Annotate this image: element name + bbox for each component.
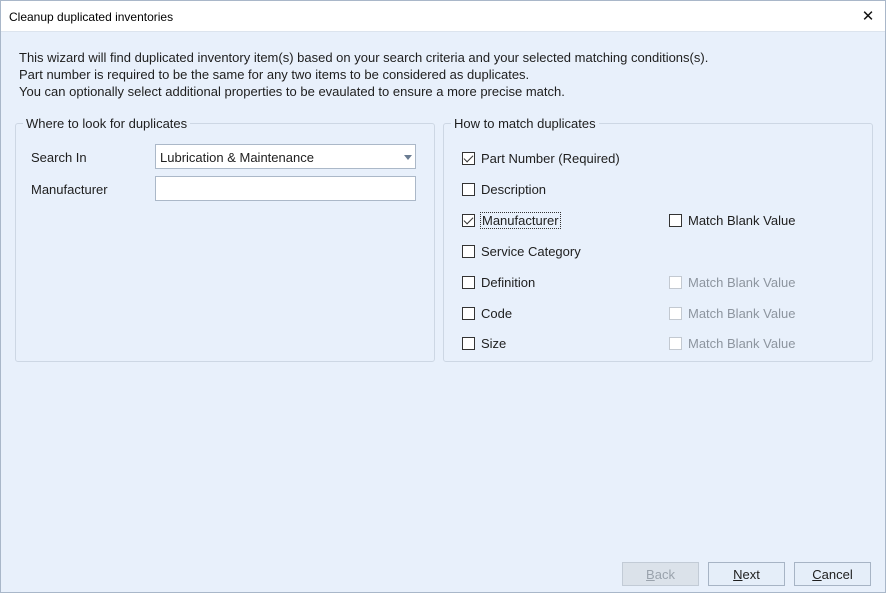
how-to-match-group: How to match duplicates Part Number (Req… (443, 116, 873, 362)
definition-label: Definition (481, 274, 536, 290)
back-label-rest: ack (654, 566, 675, 582)
next-label-rest: ext (742, 566, 760, 582)
search-in-label: Search In (31, 150, 87, 165)
size-blank-checkbox-row: Match Blank Value (669, 334, 795, 352)
cancel-mnemonic: C (812, 566, 822, 582)
description-label: Description (481, 181, 547, 197)
service-category-checkbox[interactable] (462, 244, 475, 258)
description-checkbox[interactable] (462, 182, 475, 196)
code-blank-checkbox-row: Match Blank Value (669, 304, 795, 322)
service-category-checkbox-row[interactable]: Service Category (462, 242, 581, 260)
search-in-value: Lubrication & Maintenance (160, 150, 314, 165)
dialog-window: Cleanup duplicated inventories ✕ This wi… (0, 0, 886, 593)
code-checkbox-row[interactable]: Code (462, 304, 512, 322)
definition-checkbox-row[interactable]: Definition (462, 273, 535, 291)
back-button: Back (622, 562, 699, 586)
manufacturer-blank-label: Match Blank Value (688, 212, 796, 228)
back-mnemonic: B (646, 566, 655, 582)
size-blank-checkbox (669, 336, 682, 350)
size-label: Size (481, 335, 507, 351)
code-blank-label: Match Blank Value (688, 305, 796, 321)
size-blank-label: Match Blank Value (688, 335, 796, 351)
manufacturer-checkbox[interactable] (462, 213, 475, 227)
manufacturer-blank-checkbox-row[interactable]: Match Blank Value (669, 211, 795, 229)
definition-blank-checkbox-row: Match Blank Value (669, 273, 795, 291)
next-button[interactable]: Next (708, 562, 785, 586)
intro-line-2: Part number is required to be the same f… (19, 67, 530, 82)
manufacturer-checkbox-row[interactable]: Manufacturer (462, 211, 561, 229)
where-to-look-legend: Where to look for duplicates (23, 116, 191, 131)
title-bar[interactable]: Cleanup duplicated inventories ✕ (1, 1, 885, 32)
part-number-checkbox[interactable] (462, 151, 475, 165)
where-to-look-group: Where to look for duplicates Search In L… (15, 116, 435, 362)
chevron-down-icon[interactable] (404, 155, 412, 160)
manufacturer-label: Manufacturer (31, 182, 108, 197)
size-checkbox[interactable] (462, 336, 475, 350)
intro-text: This wizard will find duplicated invento… (19, 49, 708, 100)
size-checkbox-row[interactable]: Size (462, 334, 506, 352)
description-checkbox-row[interactable]: Description (462, 180, 546, 198)
part-number-checkbox-row[interactable]: Part Number (Required) (462, 149, 620, 167)
code-label: Code (481, 305, 513, 321)
manufacturer-blank-checkbox[interactable] (669, 213, 682, 227)
definition-checkbox[interactable] (462, 275, 475, 289)
code-blank-checkbox (669, 306, 682, 320)
next-mnemonic: N (733, 566, 743, 582)
intro-line-1: This wizard will find duplicated invento… (19, 50, 709, 65)
definition-blank-label: Match Blank Value (688, 274, 796, 290)
search-in-dropdown[interactable]: Lubrication & Maintenance (155, 144, 416, 169)
manufacturer-match-label: Manufacturer (480, 211, 561, 229)
cancel-label-rest: ancel (821, 566, 853, 582)
close-button[interactable]: ✕ (855, 3, 881, 29)
definition-blank-checkbox (669, 275, 682, 289)
how-to-match-legend: How to match duplicates (451, 116, 599, 131)
code-checkbox[interactable] (462, 306, 475, 320)
service-category-label: Service Category (481, 243, 581, 259)
window-title: Cleanup duplicated inventories (9, 10, 174, 24)
cancel-button[interactable]: Cancel (794, 562, 871, 586)
close-icon: ✕ (861, 8, 875, 25)
manufacturer-input[interactable] (155, 176, 416, 201)
intro-line-3: You can optionally select additional pro… (19, 84, 565, 99)
part-number-label: Part Number (Required) (481, 150, 620, 166)
